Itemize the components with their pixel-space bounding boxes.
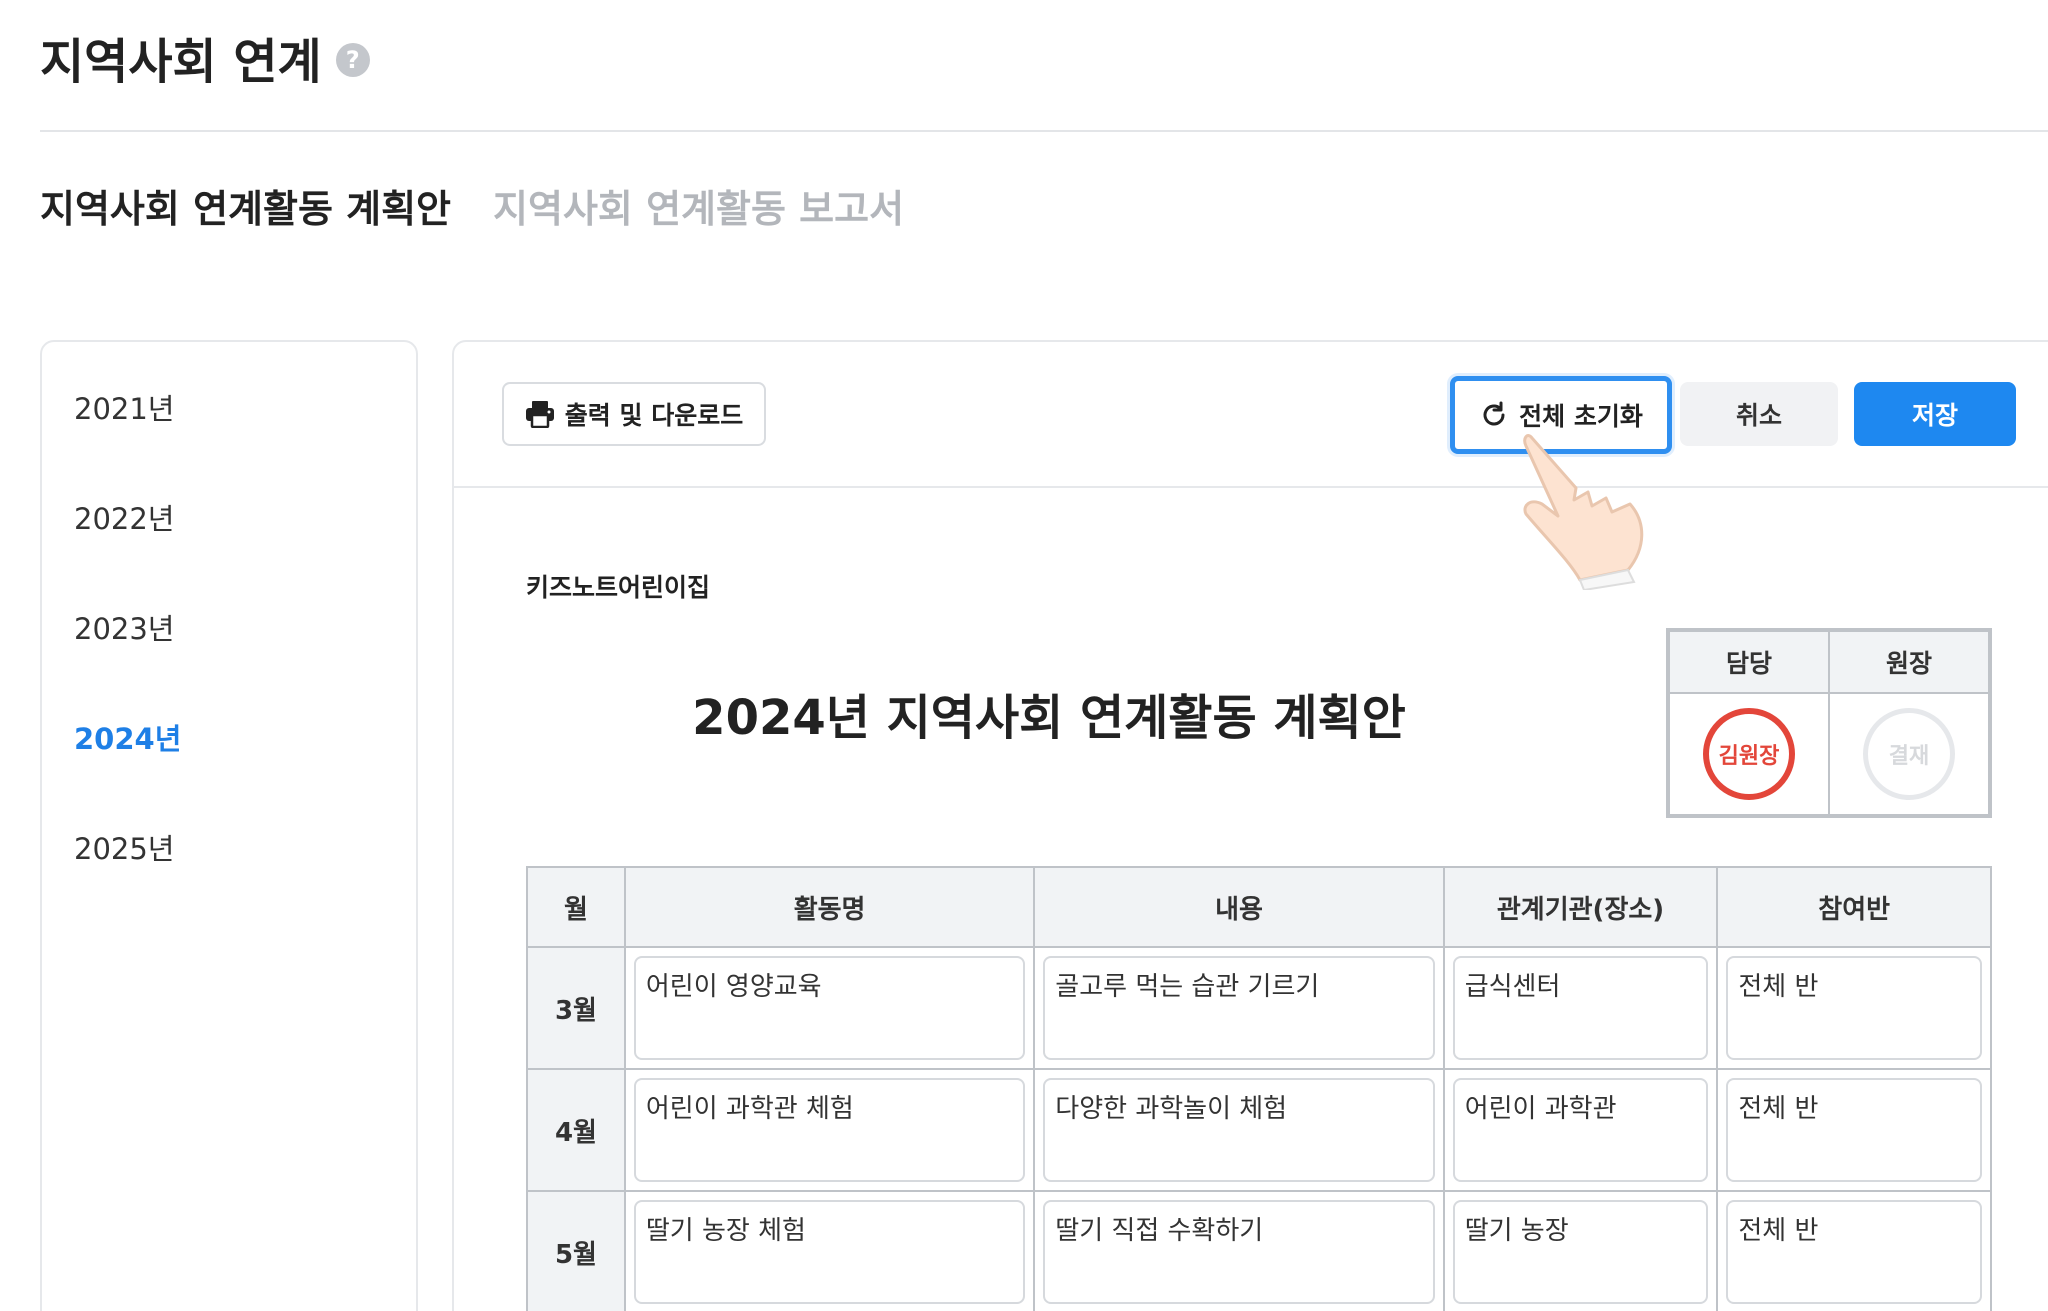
table-row: 5월 딸기 농장 체험 딸기 직접 수확하기 딸기 농장 전체 반 — [526, 1190, 1992, 1311]
org-cell: 어린이 과학관 — [1442, 1068, 1719, 1192]
sidebar-item-2022[interactable]: 2022년 — [74, 496, 174, 538]
director-stamp-placeholder[interactable]: 결재 — [1863, 708, 1955, 800]
class-input[interactable]: 전체 반 — [1726, 1078, 1982, 1182]
class-cell: 전체 반 — [1716, 1190, 1992, 1311]
content-cell: 골고루 먹는 습관 기르기 — [1033, 946, 1445, 1070]
activity-input[interactable]: 딸기 농장 체험 — [633, 1200, 1026, 1304]
content-input[interactable]: 골고루 먹는 습관 기르기 — [1043, 956, 1435, 1060]
activity-input[interactable]: 어린이 영양교육 — [633, 956, 1026, 1060]
org-cell: 급식센터 — [1442, 946, 1719, 1070]
content-cell: 다양한 과학놀이 체험 — [1033, 1068, 1445, 1192]
column-header: 내용 — [1033, 866, 1445, 948]
org-input[interactable]: 어린이 과학관 — [1452, 1078, 1709, 1182]
org-name: 키즈노트어린이집 — [526, 573, 711, 602]
org-cell: 딸기 농장 — [1442, 1190, 1719, 1311]
print-download-label: 출력 및 다운로드 — [564, 401, 744, 430]
class-input[interactable]: 전체 반 — [1726, 956, 1982, 1060]
pointing-hand-icon — [1523, 434, 1644, 590]
approval-box: 담당 원장 김원장 결재 — [1666, 628, 1992, 818]
document-title: 2024년 지역사회 연계활동 계획안 — [692, 690, 1406, 746]
column-header: 활동명 — [623, 866, 1036, 948]
table-row: 3월 어린이 영양교육 골고루 먹는 습관 기르기 급식센터 전체 반 — [526, 946, 1992, 1070]
main-panel: 출력 및 다운로드 전체 초기화 취소 저장 키즈노트어린이집 2024년 지역… — [452, 340, 2048, 1311]
manager-stamp: 김원장 — [1703, 708, 1795, 800]
month-cell: 5월 — [526, 1190, 626, 1311]
save-button[interactable]: 저장 — [1854, 382, 2016, 446]
tab-bar: 지역사회 연계활동 계획안 지역사회 연계활동 보고서 — [40, 178, 904, 233]
table-row: 4월 어린이 과학관 체험 다양한 과학놀이 체험 어린이 과학관 전체 반 — [526, 1068, 1992, 1192]
class-cell: 전체 반 — [1716, 1068, 1992, 1192]
tab-report[interactable]: 지역사회 연계활동 보고서 — [493, 178, 904, 233]
activity-input[interactable]: 어린이 과학관 체험 — [633, 1078, 1026, 1182]
activity-cell: 딸기 농장 체험 — [623, 1190, 1036, 1311]
content-input[interactable]: 다양한 과학놀이 체험 — [1043, 1078, 1435, 1182]
sidebar-item-2025[interactable]: 2025년 — [74, 826, 174, 868]
column-header: 관계기관(장소) — [1442, 866, 1719, 948]
tab-plan[interactable]: 지역사회 연계활동 계획안 — [40, 178, 451, 233]
approval-header-director: 원장 — [1828, 630, 1990, 694]
sidebar-item-2021[interactable]: 2021년 — [74, 386, 174, 428]
year-sidebar: 2021년 2022년 2023년 2024년 2025년 — [40, 340, 418, 1311]
column-header: 월 — [526, 866, 626, 948]
help-icon[interactable]: ? — [335, 43, 370, 77]
plan-table: 월 활동명 내용 관계기관(장소) 참여반 3월 어린이 영양교육 골고루 먹는… — [526, 866, 1992, 1311]
page: 지역사회 연계 ? 지역사회 연계활동 계획안 지역사회 연계활동 보고서 20… — [0, 0, 2048, 1311]
header-divider — [40, 130, 2048, 132]
reset-all-label: 전체 초기화 — [1519, 402, 1643, 431]
sidebar-item-2024[interactable]: 2024년 — [74, 716, 181, 758]
class-input[interactable]: 전체 반 — [1726, 1200, 1982, 1304]
class-cell: 전체 반 — [1716, 946, 1992, 1070]
cancel-button[interactable]: 취소 — [1680, 382, 1838, 446]
table-header-row: 월 활동명 내용 관계기관(장소) 참여반 — [526, 866, 1992, 948]
month-cell: 3월 — [526, 946, 626, 1070]
org-input[interactable]: 급식센터 — [1452, 956, 1709, 1060]
content-cell: 딸기 직접 수확하기 — [1033, 1190, 1445, 1311]
month-cell: 4월 — [526, 1068, 626, 1192]
refresh-icon — [1483, 401, 1505, 426]
content-input[interactable]: 딸기 직접 수확하기 — [1043, 1200, 1435, 1304]
column-header: 참여반 — [1716, 866, 1992, 948]
org-input[interactable]: 딸기 농장 — [1452, 1200, 1709, 1304]
approval-cell-director[interactable]: 결재 — [1828, 692, 1990, 816]
toolbar-divider — [454, 486, 2048, 488]
approval-cell-manager: 김원장 — [1668, 692, 1830, 816]
printer-icon — [525, 401, 554, 428]
activity-cell: 어린이 과학관 체험 — [623, 1068, 1036, 1192]
activity-cell: 어린이 영양교육 — [623, 946, 1036, 1070]
sidebar-item-2023[interactable]: 2023년 — [74, 606, 174, 648]
approval-header-manager: 담당 — [1668, 630, 1830, 694]
page-title: 지역사회 연계 ? — [40, 22, 370, 92]
print-download-button[interactable]: 출력 및 다운로드 — [502, 382, 766, 446]
page-title-text: 지역사회 연계 — [40, 34, 322, 90]
